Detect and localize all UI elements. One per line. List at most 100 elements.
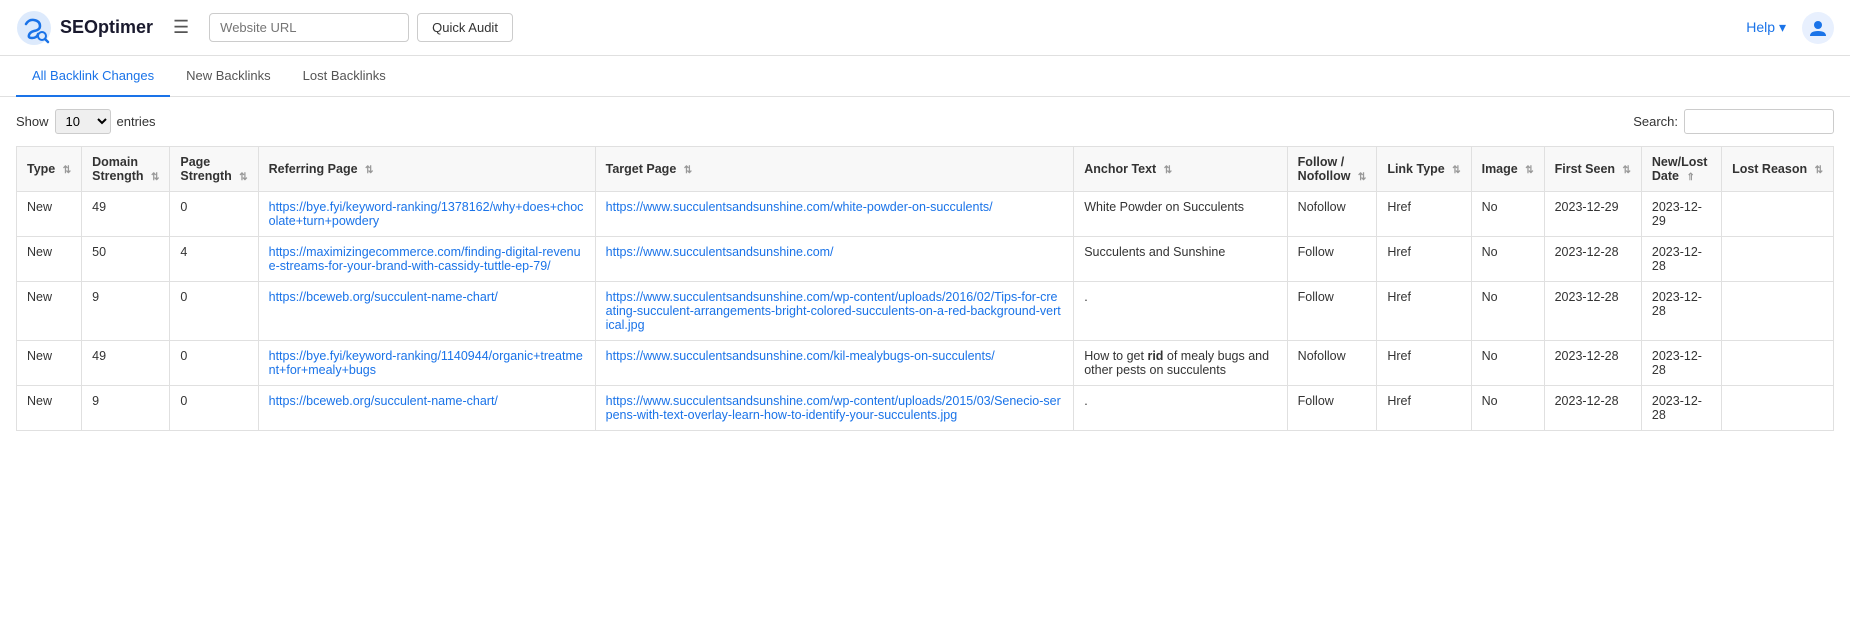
table-cell: New [17,386,82,431]
col-lost-reason[interactable]: Lost Reason ⇅ [1722,147,1834,192]
table-cell: 2023-12-29 [1544,192,1641,237]
col-follow-nofollow[interactable]: Follow /Nofollow ⇅ [1287,147,1377,192]
show-entries-area: Show 10 25 50 100 entries [16,109,156,134]
table-wrapper: Type ⇅ DomainStrength ⇅ PageStrength ⇅ R… [0,146,1850,431]
header-right: Help ▾ [1746,12,1834,44]
table-cell: 2023-12-28 [1641,282,1721,341]
target-page-link[interactable]: https://www.succulentsandsunshine.com/wh… [606,200,993,214]
url-input[interactable] [209,13,409,42]
table-cell: No [1471,237,1544,282]
referring-page-cell[interactable]: https://maximizingecommerce.com/finding-… [258,237,595,282]
sort-icon-page: ⇅ [239,172,247,183]
table-row: New504https://maximizingecommerce.com/fi… [17,237,1834,282]
table-cell: No [1471,192,1544,237]
table-cell: Href [1377,386,1471,431]
table-row: New90https://bceweb.org/succulent-name-c… [17,282,1834,341]
help-button[interactable]: Help ▾ [1746,19,1786,36]
table-cell [1722,282,1834,341]
anchor-text-cell: . [1074,386,1287,431]
target-page-link[interactable]: https://www.succulentsandsunshine.com/wp… [606,290,1061,332]
referring-page-link[interactable]: https://bye.fyi/keyword-ranking/1140944/… [269,349,583,377]
table-cell [1722,192,1834,237]
target-page-cell[interactable]: https://www.succulentsandsunshine.com/wp… [595,386,1074,431]
target-page-cell[interactable]: https://www.succulentsandsunshine.com/ki… [595,341,1074,386]
col-image[interactable]: Image ⇅ [1471,147,1544,192]
referring-page-cell[interactable]: https://bceweb.org/succulent-name-chart/ [258,282,595,341]
table-cell: 2023-12-28 [1641,386,1721,431]
table-cell: No [1471,282,1544,341]
user-icon [1808,18,1828,38]
user-avatar[interactable] [1802,12,1834,44]
referring-page-link[interactable]: https://maximizingecommerce.com/finding-… [269,245,581,273]
target-page-cell[interactable]: https://www.succulentsandsunshine.com/ [595,237,1074,282]
table-cell: 50 [82,237,170,282]
table-cell: 9 [82,282,170,341]
col-new-lost-date[interactable]: New/LostDate ⇑ [1641,147,1721,192]
col-first-seen[interactable]: First Seen ⇅ [1544,147,1641,192]
table-cell: 2023-12-28 [1544,282,1641,341]
sort-icon-newlost: ⇑ [1686,172,1694,183]
backlinks-table: Type ⇅ DomainStrength ⇅ PageStrength ⇅ R… [16,146,1834,431]
tab-new-backlinks[interactable]: New Backlinks [170,56,287,97]
entries-select[interactable]: 10 25 50 100 [55,109,111,134]
table-cell: 4 [170,237,258,282]
table-cell: 0 [170,386,258,431]
anchor-text-cell: . [1074,282,1287,341]
table-cell: Href [1377,192,1471,237]
tab-all-backlink-changes[interactable]: All Backlink Changes [16,56,170,97]
sort-icon-domain: ⇅ [151,172,159,183]
referring-page-link[interactable]: https://bceweb.org/succulent-name-chart/ [269,290,498,304]
table-row: New490https://bye.fyi/keyword-ranking/13… [17,192,1834,237]
search-area: Search: [1633,109,1834,134]
sort-icon-anchor: ⇅ [1164,165,1172,176]
referring-page-link[interactable]: https://bye.fyi/keyword-ranking/1378162/… [269,200,584,228]
col-domain-strength[interactable]: DomainStrength ⇅ [82,147,170,192]
col-type[interactable]: Type ⇅ [17,147,82,192]
table-cell: Nofollow [1287,341,1377,386]
table-cell: No [1471,341,1544,386]
table-row: New490https://bye.fyi/keyword-ranking/11… [17,341,1834,386]
anchor-text-cell: How to get rid of mealy bugs and other p… [1074,341,1287,386]
table-cell: Follow [1287,237,1377,282]
sort-icon-referring: ⇅ [365,165,373,176]
referring-page-cell[interactable]: https://bye.fyi/keyword-ranking/1378162/… [258,192,595,237]
table-cell: New [17,192,82,237]
logo-area: SEOptimer [16,10,153,46]
table-cell: 0 [170,341,258,386]
col-anchor-text[interactable]: Anchor Text ⇅ [1074,147,1287,192]
logo-icon [16,10,52,46]
sort-icon-linktype: ⇅ [1452,165,1460,176]
col-link-type[interactable]: Link Type ⇅ [1377,147,1471,192]
table-cell [1722,386,1834,431]
referring-page-cell[interactable]: https://bceweb.org/succulent-name-chart/ [258,386,595,431]
col-referring-page[interactable]: Referring Page ⇅ [258,147,595,192]
anchor-text-cell: White Powder on Succulents [1074,192,1287,237]
logo-text: SEOptimer [60,17,153,38]
table-cell: 49 [82,192,170,237]
col-target-page[interactable]: Target Page ⇅ [595,147,1074,192]
target-page-link[interactable]: https://www.succulentsandsunshine.com/wp… [606,394,1061,422]
referring-page-link[interactable]: https://bceweb.org/succulent-name-chart/ [269,394,498,408]
anchor-text-cell: Succulents and Sunshine [1074,237,1287,282]
target-page-cell[interactable]: https://www.succulentsandsunshine.com/wp… [595,282,1074,341]
table-cell: No [1471,386,1544,431]
entries-label: entries [117,114,156,129]
target-page-cell[interactable]: https://www.succulentsandsunshine.com/wh… [595,192,1074,237]
sort-icon-image: ⇅ [1525,165,1533,176]
table-cell: Follow [1287,386,1377,431]
referring-page-cell[interactable]: https://bye.fyi/keyword-ranking/1140944/… [258,341,595,386]
target-page-link[interactable]: https://www.succulentsandsunshine.com/ [606,245,834,259]
tab-lost-backlinks[interactable]: Lost Backlinks [287,56,402,97]
hamburger-button[interactable]: ☰ [165,13,197,42]
search-input[interactable] [1684,109,1834,134]
table-cell: 2023-12-28 [1544,237,1641,282]
table-cell: Nofollow [1287,192,1377,237]
quick-audit-button[interactable]: Quick Audit [417,13,513,42]
col-page-strength[interactable]: PageStrength ⇅ [170,147,258,192]
table-cell: 0 [170,282,258,341]
table-cell: 2023-12-29 [1641,192,1721,237]
target-page-link[interactable]: https://www.succulentsandsunshine.com/ki… [606,349,995,363]
search-label: Search: [1633,114,1678,129]
table-cell: 2023-12-28 [1641,341,1721,386]
sort-icon-target: ⇅ [684,165,692,176]
